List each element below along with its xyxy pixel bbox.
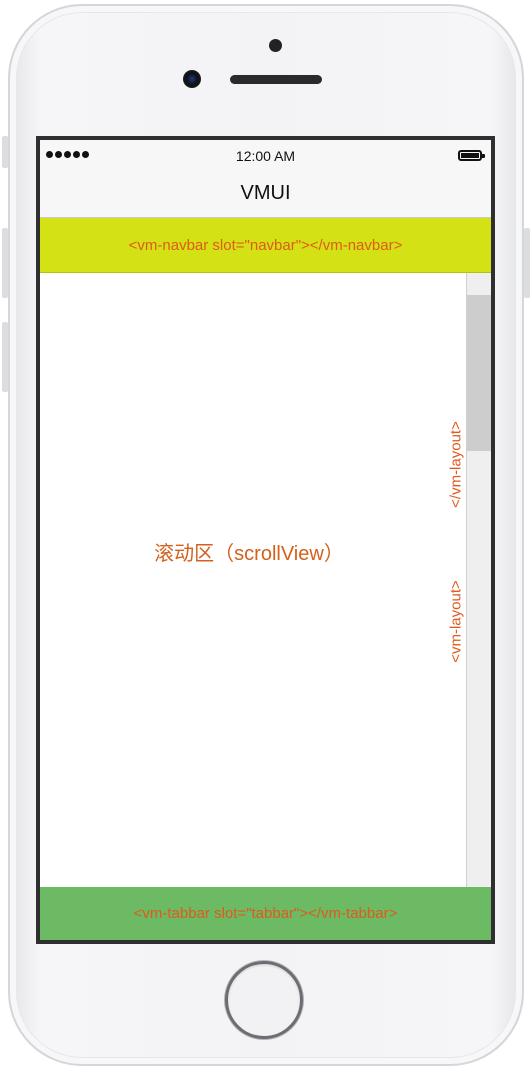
scrollbar[interactable]	[466, 273, 491, 887]
volume-down-button	[2, 322, 8, 392]
top-sensor-icon	[269, 39, 282, 52]
power-button	[524, 228, 530, 298]
layout-open-tag: <vm-layout>	[447, 580, 465, 663]
app-title-bar: VMUI	[40, 170, 491, 218]
navbar-slot: <vm-navbar slot="navbar"></vm-navbar>	[40, 218, 491, 273]
screen-content: 12:00 AM VMUI <vm-navbar slot="navbar"><…	[40, 140, 491, 940]
earpiece-speaker	[230, 75, 322, 84]
scrollbar-top-area[interactable]	[467, 273, 491, 295]
mute-switch	[2, 136, 8, 168]
layout-close-tag: </vm-layout>	[447, 421, 465, 508]
app-title: VMUI	[240, 182, 291, 204]
status-bar: 12:00 AM	[40, 140, 491, 170]
battery-icon	[458, 150, 485, 161]
front-camera-icon	[183, 70, 201, 88]
scrollbar-thumb[interactable]	[467, 295, 491, 451]
phone-screen: 12:00 AM VMUI <vm-navbar slot="navbar"><…	[36, 136, 495, 944]
volume-up-button	[2, 228, 8, 298]
status-time: 12:00 AM	[235, 148, 296, 164]
home-button[interactable]	[225, 961, 303, 1039]
tabbar-slot: <vm-tabbar slot="tabbar"></vm-tabbar>	[40, 887, 491, 940]
scroll-view-label: 滚动区（scrollView）	[154, 543, 344, 565]
scroll-view[interactable]: 滚动区（scrollView） </vm-layout> <vm-layout>	[40, 273, 466, 887]
